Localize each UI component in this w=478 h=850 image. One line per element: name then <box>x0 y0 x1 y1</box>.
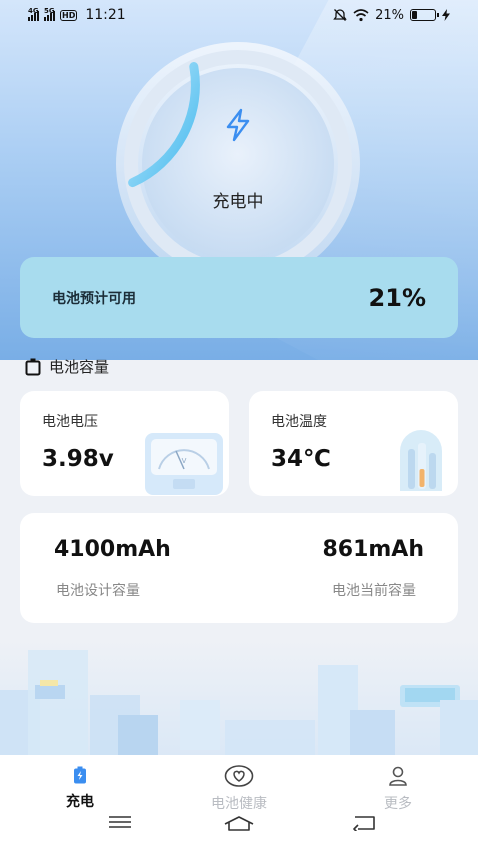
temperature-label: 电池温度 <box>271 414 327 430</box>
sim1-signal-icon: 4G <box>28 7 39 21</box>
svg-text:V: V <box>182 457 187 465</box>
capacity-card: 4100mAh 电池设计容量 861mAh 电池当前容量 <box>20 513 458 623</box>
heart-icon <box>224 765 254 787</box>
wifi-icon <box>353 8 369 21</box>
home-icon[interactable] <box>223 815 255 831</box>
section-title-capacity: 电池容量 <box>25 356 109 377</box>
current-capacity-value: 861mAh <box>322 537 424 562</box>
voltage-value: 3.98v <box>42 446 114 472</box>
battery-outline-icon <box>25 358 41 375</box>
voltage-card: 电池电压 3.98v V <box>20 391 229 496</box>
tab-more[interactable]: 更多 <box>343 765 453 813</box>
charging-status-label: 充电中 <box>212 192 264 212</box>
voltmeter-illustration: V <box>145 433 223 495</box>
menu-icon[interactable] <box>108 815 132 829</box>
person-icon <box>389 766 407 786</box>
design-capacity-value: 4100mAh <box>54 537 171 562</box>
charging-ring-graphic <box>116 42 360 286</box>
tab-battery-health[interactable]: 电池健康 <box>184 765 294 813</box>
hd-badge: HD <box>60 9 78 21</box>
battery-available-card: 电池预计可用 21% <box>20 257 458 338</box>
thermometer-illustration <box>400 430 442 491</box>
battery-percent-text: 21% <box>375 7 404 23</box>
status-left: 4G 5G HD 11:21 <box>28 7 126 23</box>
tab-charging[interactable]: 充电 <box>25 765 135 811</box>
voltage-label: 电池电压 <box>42 414 98 430</box>
status-right: 21% <box>333 8 450 23</box>
battery-available-value: 21% <box>368 283 426 312</box>
tab-charging-label: 充电 <box>66 794 94 810</box>
mute-icon <box>333 9 347 21</box>
tab-more-label: 更多 <box>384 796 412 812</box>
charging-bolt-icon <box>442 9 450 21</box>
sim2-signal-icon: 5G <box>44 7 55 21</box>
city-illustration <box>0 640 478 755</box>
battery-charging-icon <box>74 766 86 784</box>
battery-available-label: 电池预计可用 <box>52 290 136 307</box>
status-time: 11:21 <box>85 7 126 23</box>
current-capacity-label: 电池当前容量 <box>332 583 416 599</box>
tab-battery-health-label: 电池健康 <box>211 796 267 812</box>
bottom-tab-bar: 充电 电池健康 更多 <box>0 755 478 850</box>
temperature-value: 34℃ <box>271 446 331 472</box>
battery-icon <box>410 9 439 21</box>
temperature-card: 电池温度 34℃ <box>249 391 458 496</box>
design-capacity-label: 电池设计容量 <box>56 583 140 599</box>
charging-ring: 充电中 <box>112 38 364 290</box>
section-title-text: 电池容量 <box>49 358 110 376</box>
back-icon[interactable] <box>352 815 376 831</box>
status-bar: 4G 5G HD 11:21 21% <box>0 0 478 30</box>
lightning-bolt-icon <box>226 108 250 142</box>
